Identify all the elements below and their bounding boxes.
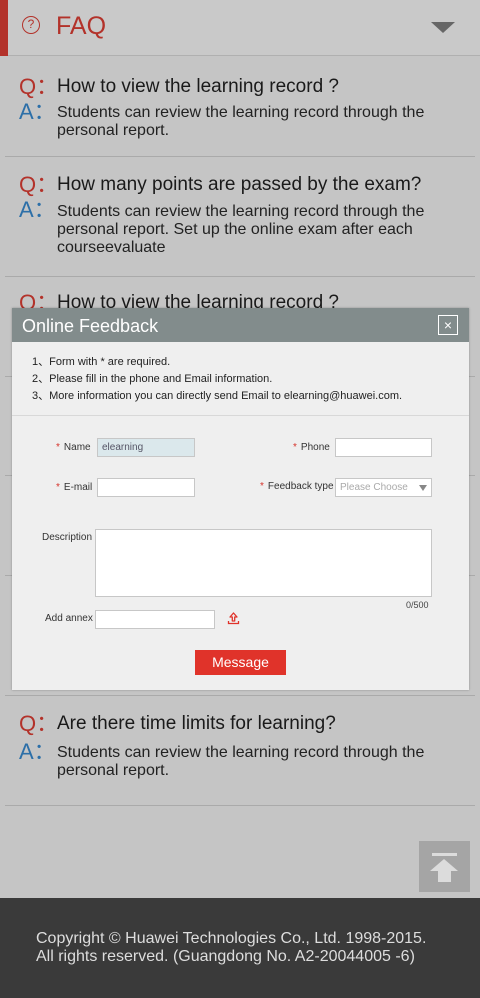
back-to-top-button[interactable]: [419, 841, 470, 892]
phone-label: * Phone: [293, 442, 330, 453]
feedback-type-value: Please Choose: [340, 482, 408, 493]
dialog-title: Online Feedback: [22, 316, 159, 336]
feedback-dialog: Online Feedback × 1、Form with * are requ…: [12, 308, 469, 690]
question-text: How many points are passed by the exam?: [57, 174, 422, 195]
answer-marker: A：: [19, 99, 56, 124]
question-marker: Q：: [19, 74, 59, 99]
copyright-text: Copyright © Huawei Technologies Co., Ltd…: [36, 930, 427, 947]
faq-title: FAQ: [56, 12, 107, 40]
dialog-header: Online Feedback ×: [12, 308, 469, 342]
rights-text: All rights reserved. (Guangdong No. A2-2…: [36, 948, 415, 965]
note-line: 1、Form with * are required.: [32, 356, 171, 368]
feedback-type-select[interactable]: Please Choose: [335, 478, 432, 497]
help-circle-icon: ?: [22, 16, 40, 34]
description-label: Description: [42, 532, 93, 543]
message-button[interactable]: Message: [195, 650, 286, 675]
answer-marker: A：: [19, 739, 56, 764]
chevron-down-icon[interactable]: [431, 22, 455, 33]
question-text: How to view the learning record ?: [57, 76, 339, 97]
name-label-text: Name: [63, 442, 91, 453]
name-label: * Name: [56, 442, 91, 453]
note-line: 3、More information you can directly send…: [32, 390, 403, 402]
feedback-type-label: * Feedback type: [260, 481, 334, 492]
answer-marker: A：: [19, 197, 56, 222]
question-marker: Q：: [19, 711, 59, 736]
annex-label: Add annex: [45, 613, 93, 624]
description-textarea[interactable]: [95, 529, 432, 597]
note-line: 2、Please fill in the phone and Email inf…: [32, 373, 273, 385]
question-marker: Q：: [19, 172, 59, 197]
arrow-up-icon: [432, 853, 457, 856]
name-field[interactable]: elearning: [97, 438, 195, 457]
dropdown-arrow-icon: [419, 485, 427, 491]
email-label: * E-mail: [56, 482, 92, 493]
footer: Copyright © Huawei Technologies Co., Ltd…: [0, 898, 480, 998]
required-mark: *: [56, 442, 60, 453]
notes-divider: [12, 415, 469, 416]
form-notes: 1、Form with * are required. 2、Please fil…: [32, 354, 402, 405]
character-counter: 0/500: [406, 600, 429, 610]
question-text: Are there time limits for learning?: [57, 713, 336, 734]
answer-text: Students can review the learning record …: [57, 744, 425, 779]
required-mark: *: [56, 482, 60, 493]
answer-text: Students can review the learning record …: [57, 203, 425, 256]
header-accent-bar: [0, 0, 8, 56]
faq-item: Q： Are there time limits for learning? A…: [5, 696, 475, 806]
faq-item: Q： How many points are passed by the exa…: [5, 156, 475, 277]
answer-text: Students can review the learning record …: [57, 104, 425, 139]
required-mark: *: [260, 481, 264, 492]
close-button[interactable]: ×: [438, 315, 458, 335]
faq-item: Q： How to view the learning record ? A： …: [5, 57, 475, 157]
email-label-text: E-mail: [63, 482, 93, 493]
upload-icon[interactable]: [227, 612, 240, 625]
email-field[interactable]: [97, 478, 195, 497]
annex-field[interactable]: [95, 610, 215, 629]
faq-header[interactable]: ? FAQ: [0, 0, 480, 56]
feedback-type-label-text: Feedback type: [267, 481, 334, 492]
phone-label-text: Phone: [300, 442, 330, 453]
phone-field[interactable]: [335, 438, 432, 457]
required-mark: *: [293, 442, 297, 453]
